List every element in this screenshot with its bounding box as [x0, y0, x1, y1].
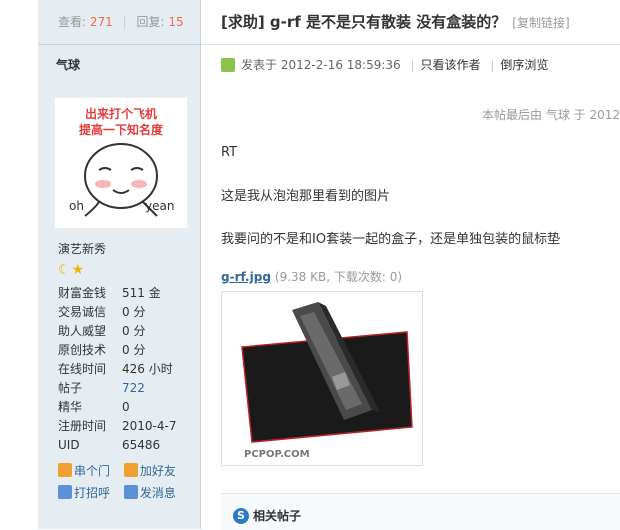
post-paragraph: 我要问的不是和IO套装一起的盒子，还是单独包装的鼠标垫: [221, 232, 561, 247]
stat-row: 助人威望 0 分: [58, 322, 176, 341]
mousepad-photo: PCPOP.COM: [222, 292, 422, 465]
stat-label: 帖子: [58, 381, 83, 395]
avatar-caption-2: 提高一下知名度: [79, 122, 164, 137]
copy-link-button[interactable]: [复制链接]: [512, 16, 569, 30]
post-title: [求助] g-rf 是不是只有散装 没有盒装的？: [221, 13, 507, 31]
stat-value: 511 金: [122, 286, 161, 300]
last-edit-note: 本帖最后由 气球 于 2012: [482, 108, 620, 122]
greet-label: 打招呼: [74, 486, 111, 500]
views-count: 271: [89, 15, 113, 29]
post-title-row: [求助] g-rf 是不是只有散装 没有盒装的？ [复制链接]: [201, 0, 620, 45]
moon-icon: ☾: [58, 262, 72, 278]
related-threads: S 相关帖子: [221, 493, 620, 530]
add-friend-label: 加好友: [139, 464, 176, 478]
stat-label: 精华: [58, 400, 83, 414]
home-icon: [58, 463, 72, 477]
divider: |: [490, 58, 495, 72]
add-friend-icon: [123, 463, 138, 477]
watermark-text: PCPOP.COM: [244, 449, 310, 460]
stat-value: 426 小时: [122, 362, 173, 376]
post-main: [求助] g-rf 是不是只有散装 没有盒装的？ [复制链接] 发表于 2012-…: [201, 0, 620, 530]
message-icon: [123, 485, 138, 499]
rank-icons: ☾★: [58, 262, 85, 278]
author-sidebar: 查看: 271 | 回复: 15 气球 出来打个飞机 提高一下知名度 oh ye…: [38, 0, 201, 529]
stat-row: 注册时间 2010-4-7: [58, 417, 176, 436]
stat-value: 0 分: [122, 305, 146, 319]
related-icon: S: [233, 508, 249, 524]
star-icon: ★: [71, 262, 86, 278]
stat-row: 交易诚信 0 分: [58, 303, 176, 322]
user-title: 演艺新秀: [58, 242, 107, 256]
user-stats: 财富金钱 511 金 交易诚信 0 分 助人威望 0 分 原创技术 0 分 在线时间 42…: [58, 284, 176, 455]
reverse-view-link[interactable]: 倒序浏览: [500, 58, 548, 72]
stat-label: 在线时间: [58, 362, 107, 376]
avatar-caption-yean: yean: [145, 199, 174, 213]
online-status-icon: [221, 58, 235, 72]
visit-label: 串个门: [74, 464, 111, 478]
user-actions: 串个门 加好友 打招呼 发消息: [58, 460, 198, 504]
avatar-caption-1: 出来打个飞机: [85, 106, 157, 121]
replies-count: 15: [168, 15, 184, 29]
views-label: 查看:: [58, 15, 87, 29]
related-threads-label: 相关帖子: [253, 509, 302, 523]
greet-button[interactable]: 打招呼: [58, 482, 120, 504]
attachment-meta: (9.38 KB, 下载次数: 0): [274, 270, 403, 284]
attachment-image[interactable]: PCPOP.COM: [221, 291, 423, 466]
stat-label: UID: [58, 438, 80, 452]
attachment-link[interactable]: g-rf.jpg: [221, 270, 271, 284]
stat-value: 2010-4-7: [122, 419, 177, 433]
replies-label: 回复:: [136, 15, 165, 29]
post-paragraph: RT: [221, 145, 238, 160]
avatar[interactable]: 出来打个飞机 提高一下知名度 oh yean: [54, 97, 188, 229]
send-message-label: 发消息: [139, 486, 176, 500]
posts-count-link[interactable]: 722: [122, 381, 145, 395]
avatar-image: 出来打个飞机 提高一下知名度 oh yean: [55, 98, 187, 228]
stats-divider: |: [122, 15, 127, 29]
stat-value: 0 分: [122, 324, 146, 338]
stat-row: 在线时间 426 小时: [58, 360, 176, 379]
stat-label: 注册时间: [58, 419, 107, 433]
greet-icon: [58, 485, 72, 499]
left-gutter: [0, 0, 38, 529]
send-message-button[interactable]: 发消息: [123, 482, 186, 504]
stat-value: 65486: [122, 438, 161, 452]
divider: |: [410, 58, 415, 72]
post-paragraph: 这是我从泡泡那里看到的图片: [221, 189, 391, 204]
author-name[interactable]: 气球: [38, 45, 200, 85]
stat-row: UID 65486: [58, 436, 176, 455]
stat-label: 财富金钱: [58, 286, 107, 300]
stat-row: 帖子 722: [58, 379, 176, 398]
stat-label: 助人威望: [58, 324, 107, 338]
post-info: 发表于 2012-2-16 18:59:36 | 只看该作者 | 倒序浏览: [201, 45, 620, 85]
visit-button[interactable]: 串个门: [58, 460, 120, 482]
avatar-caption-oh: oh: [69, 199, 84, 213]
add-friend-button[interactable]: 加好友: [123, 460, 186, 482]
stat-label: 原创技术: [58, 343, 107, 357]
attachment-info: g-rf.jpg (9.38 KB, 下载次数: 0): [221, 268, 402, 285]
only-author-link[interactable]: 只看该作者: [421, 58, 481, 72]
stat-value: 0: [122, 400, 130, 414]
stat-label: 交易诚信: [58, 305, 107, 319]
stat-row: 原创技术 0 分: [58, 341, 176, 360]
stat-value: 0 分: [122, 343, 146, 357]
stat-row: 财富金钱 511 金: [58, 284, 176, 303]
stat-row: 精华 0: [58, 398, 176, 417]
posted-time: 2012-2-16 18:59:36: [280, 58, 401, 72]
thread-stats: 查看: 271 | 回复: 15: [38, 0, 200, 45]
posted-label: 发表于: [241, 58, 278, 72]
